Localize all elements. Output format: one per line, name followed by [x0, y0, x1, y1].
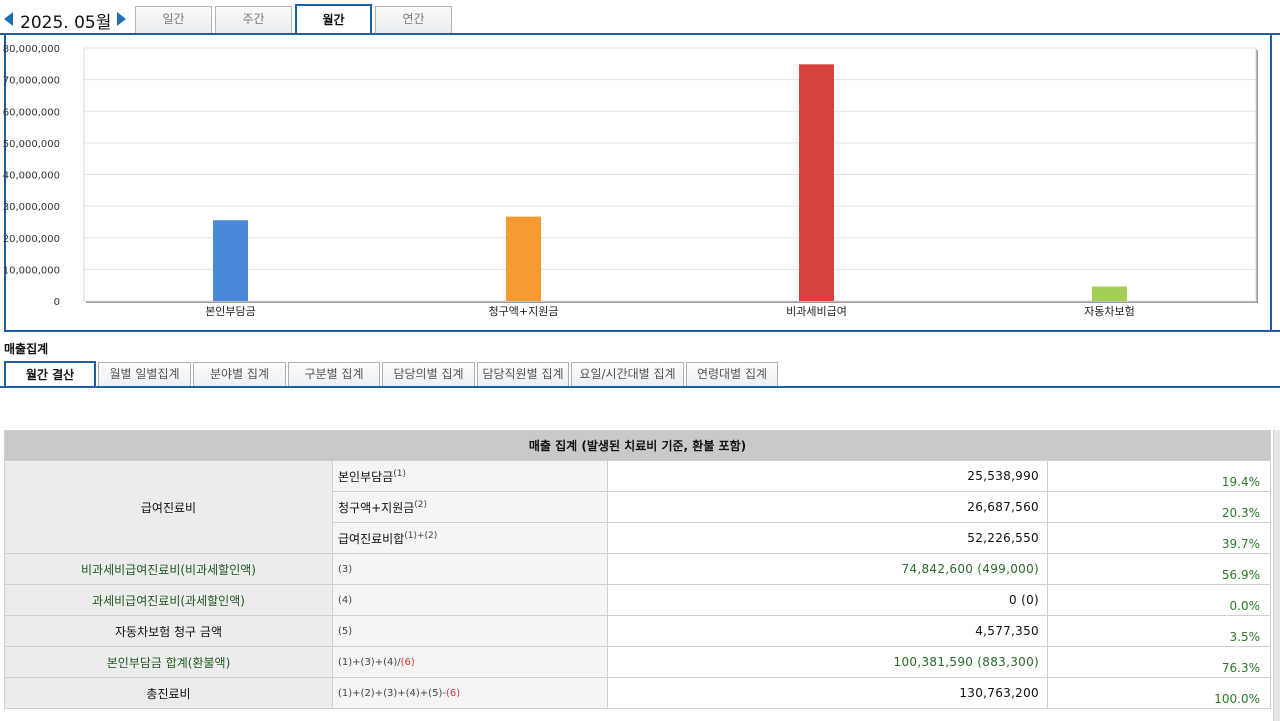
tab-staff-summary[interactable]: 담당직원별 집계 [477, 362, 569, 387]
row-value: 0 (0) [607, 584, 1048, 616]
tab-field-summary[interactable]: 분야별 집계 [193, 362, 286, 387]
tab-daily[interactable]: 일간 [135, 6, 212, 33]
x-tick-label: 자동차보험 [1084, 305, 1135, 318]
row-value: 4,577,350 [607, 615, 1048, 647]
row-percent: 76.3% [1047, 646, 1271, 678]
bar [799, 64, 834, 302]
tab-category-summary[interactable]: 구분별 집계 [288, 362, 380, 387]
y-tick-label: 40,000,000 [3, 171, 60, 182]
row-label: 본인부담금 합계(환불액) [4, 646, 333, 678]
row-label: 자동차보험 청구 금액 [4, 615, 333, 647]
row-percent: 39.7% [1047, 522, 1271, 554]
tab-monthly[interactable]: 월간 [295, 4, 372, 35]
period-header: 2025. 05월 일간 주간 월간 연간 [0, 0, 1280, 35]
right-scroll-strip [1273, 430, 1280, 721]
row-value: 26,687,560 [607, 491, 1048, 523]
y-tick-label: 10,000,000 [3, 265, 60, 276]
row-ref: (1)+(2)+(3)+(4)+(5)-(6) [332, 677, 608, 709]
table-header: 매출 집계 (발생된 치료비 기준, 환불 포함) [4, 430, 1271, 461]
sales-summary-table: 매출 집계 (발생된 치료비 기준, 환불 포함) 급여진료비 본인부담금(1)… [4, 430, 1271, 709]
row-sub-label: 청구액+지원금(2) [332, 491, 608, 523]
sales-bar-chart: 80,000,000 70,000,000 60,000,000 50,000,000… [3, 44, 1258, 318]
row-value: 100,381,590 (883,300) [607, 646, 1048, 678]
y-tick-label: 0 [54, 297, 60, 308]
tab-age-summary[interactable]: 연령대별 집계 [686, 362, 778, 387]
row-percent: 20.3% [1047, 491, 1271, 523]
tab-yearly[interactable]: 연간 [375, 6, 452, 33]
x-tick-label: 본인부담금 [205, 305, 256, 318]
row-percent: 19.4% [1047, 460, 1271, 492]
bar [213, 220, 248, 301]
row-label: 과세비급여진료비(과세할인액) [4, 584, 333, 616]
row-percent: 0.0% [1047, 584, 1271, 616]
row-ref: (4) [332, 584, 608, 616]
row-percent: 3.5% [1047, 615, 1271, 647]
chart-panel-border [1270, 35, 1272, 332]
table-row: 자동차보험 청구 금액 (5) 4,577,350 3.5% [4, 615, 1271, 647]
group-label: 급여진료비 [4, 460, 333, 554]
tab-doctor-summary[interactable]: 담당의별 집계 [382, 362, 475, 387]
table-row: 비과세비급여진료비(비과세할인액) (3) 74,842,600 (499,00… [4, 553, 1271, 585]
y-tick-label: 60,000,000 [3, 107, 60, 118]
tab-monthly-daily-summary[interactable]: 월별 일별집계 [98, 362, 191, 387]
row-value: 25,538,990 [607, 460, 1048, 492]
row-ref: (3) [332, 553, 608, 585]
row-label: 총진료비 [4, 677, 333, 709]
row-sub-label: 본인부담금(1) [332, 460, 608, 492]
row-ref: (1)+(3)+(4)/(6) [332, 646, 608, 678]
row-percent: 100.0% [1047, 677, 1271, 709]
y-tick-label: 80,000,000 [3, 44, 60, 55]
table-row: 본인부담금 합계(환불액) (1)+(3)+(4)/(6) 100,381,59… [4, 646, 1271, 678]
table-row: 과세비급여진료비(과세할인액) (4) 0 (0) 0.0% [4, 584, 1271, 616]
section-title: 매출집계 [4, 342, 49, 356]
tab-monthly-settlement[interactable]: 월간 결산 [4, 361, 96, 388]
row-value: 130,763,200 [607, 677, 1048, 709]
summary-tabs: 월간 결산 월별 일별집계 분야별 집계 구분별 집계 담당의별 집계 담당직원… [0, 361, 1280, 388]
x-tick-label: 비과세비급여 [786, 305, 847, 318]
prev-month-arrow-icon[interactable] [4, 12, 13, 26]
y-tick-label: 30,000,000 [3, 202, 60, 213]
x-tick-label: 청구액+지원금 [489, 305, 559, 318]
next-month-arrow-icon[interactable] [117, 12, 126, 26]
tabs-divider [0, 386, 1280, 388]
row-ref: (5) [332, 615, 608, 647]
table-row: 총진료비 (1)+(2)+(3)+(4)+(5)-(6) 130,763,200… [4, 677, 1271, 709]
tab-weekly[interactable]: 주간 [215, 6, 292, 33]
row-value: 74,842,600 (499,000) [607, 553, 1048, 585]
y-tick-label: 50,000,000 [3, 139, 60, 150]
row-sub-label: 급여진료비합(1)+(2) [332, 522, 608, 554]
month-label: 2025. 05월 [20, 13, 112, 33]
tab-weekday-time-summary[interactable]: 요일/시간대별 집계 [571, 362, 684, 387]
y-tick-label: 20,000,000 [3, 234, 60, 245]
table-row: 급여진료비 본인부담금(1) 25,538,990 19.4% [4, 460, 1271, 554]
row-percent: 56.9% [1047, 553, 1271, 585]
row-label: 비과세비급여진료비(비과세할인액) [4, 553, 333, 585]
row-value: 52,226,550 [607, 522, 1048, 554]
y-tick-label: 70,000,000 [3, 76, 60, 87]
bar [506, 216, 541, 301]
bar [1092, 286, 1127, 301]
